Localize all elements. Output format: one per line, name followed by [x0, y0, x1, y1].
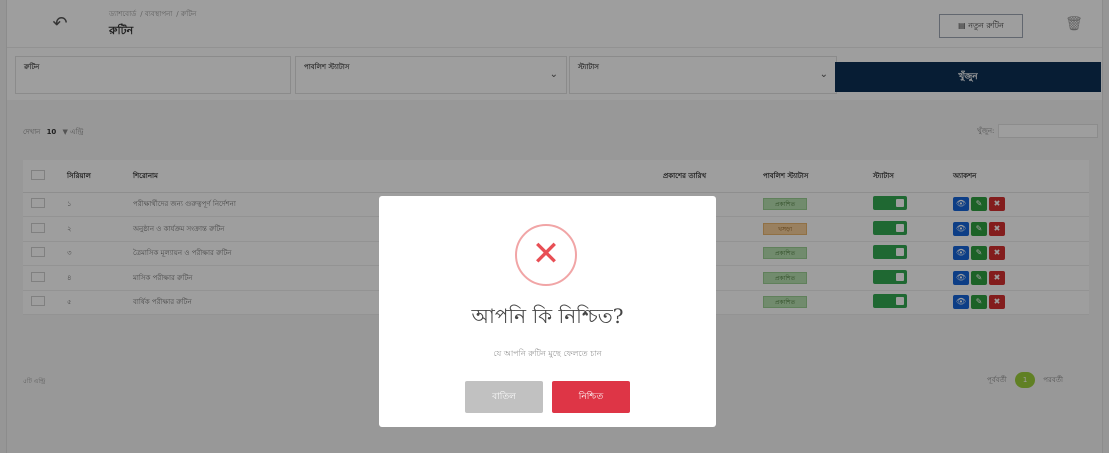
cancel-button[interactable]: বাতিল: [465, 381, 543, 413]
dialog-message: যে আপনি রুটিন মুছে ফেলতে চান: [493, 349, 602, 358]
confirm-button[interactable]: নিশ্চিত: [552, 381, 630, 413]
dialog-title: আপনি কি নিশ্চিত?: [471, 304, 624, 328]
confirm-dialog: ✕ আপনি কি নিশ্চিত? যে আপনি রুটিন মুছে ফে…: [379, 196, 716, 427]
error-x-icon: ✕: [515, 224, 577, 286]
